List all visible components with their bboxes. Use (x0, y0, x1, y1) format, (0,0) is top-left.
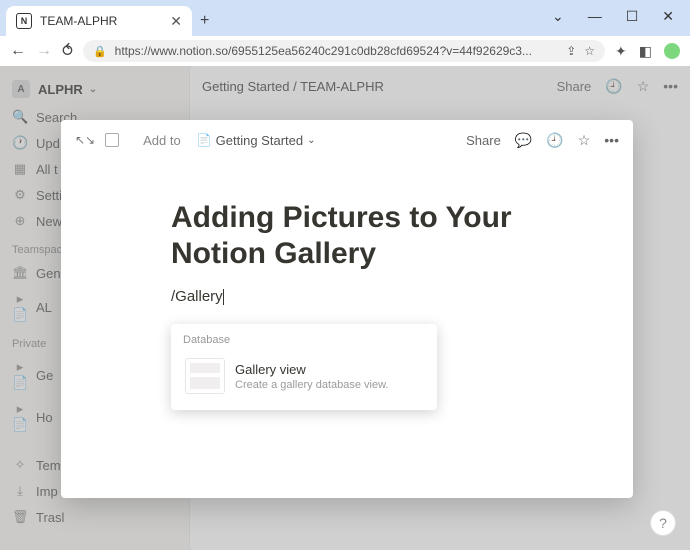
address-bar: ← → ⥀ 🔒 https://www.notion.so/6955125ea5… (0, 36, 690, 66)
help-button[interactable]: ? (650, 510, 676, 536)
share-url-icon[interactable]: ⇪ (566, 44, 576, 58)
addto-label: Add to (143, 133, 181, 148)
workspace-switcher[interactable]: A ALPHR ⌄ (0, 74, 189, 104)
chevron-icon: ⌄ (89, 84, 97, 95)
workspace-icon: A (12, 80, 30, 98)
page-icon: ▸ 📄 (12, 401, 28, 433)
maximize-icon[interactable]: ☐ (626, 8, 639, 20)
new-tab-button[interactable]: + (200, 12, 209, 30)
profile-avatar[interactable] (664, 43, 680, 59)
page-title[interactable]: Adding Pictures to Your Notion Gallery (171, 200, 523, 272)
clock-icon[interactable]: 🕘 (605, 78, 622, 95)
gallery-thumb-icon (185, 358, 225, 394)
back-button[interactable]: ← (10, 42, 26, 60)
destination-page[interactable]: 📄 Getting Started ⌄ (197, 133, 316, 148)
more-icon[interactable]: ••• (663, 78, 678, 94)
workspace-name: ALPHR (38, 82, 83, 97)
share-button[interactable]: Share (466, 133, 501, 148)
share-button[interactable]: Share (557, 79, 592, 94)
extension-dark-icon[interactable]: ◧ (639, 43, 652, 60)
menu-option-gallery-view[interactable]: Gallery view Create a gallery database v… (175, 350, 433, 402)
forward-button[interactable]: → (36, 42, 52, 60)
trash-icon: 🗑 (12, 509, 28, 525)
page-modal: ↖↘ Add to 📄 Getting Started ⌄ Share 💬 🕘 … (61, 120, 633, 498)
page-icon: 📄 (197, 133, 212, 147)
close-window-icon[interactable]: ✕ (662, 8, 674, 20)
reload-button[interactable]: ⥀ (62, 41, 73, 61)
slash-command-input[interactable]: /Gallery (171, 288, 523, 305)
expand-icon[interactable]: ↖↘ (75, 133, 95, 147)
lock-icon: 🔒 (93, 45, 107, 58)
star-icon[interactable]: ☆ (637, 78, 650, 95)
menu-option-title: Gallery view (235, 362, 388, 377)
modal-topbar: ↖↘ Add to 📄 Getting Started ⌄ Share 💬 🕘 … (61, 120, 633, 160)
star-icon[interactable]: ☆ (578, 132, 591, 149)
grid-icon: ▦ (12, 161, 28, 177)
page-topbar: Getting Started / TEAM-ALPHR Share 🕘 ☆ •… (190, 66, 690, 106)
chevron-down-icon[interactable]: ⌄ (552, 8, 564, 20)
search-icon: 🔍 (12, 109, 28, 125)
slash-menu: Database Gallery view Create a gallery d… (171, 324, 437, 410)
menu-section-label: Database (171, 330, 437, 350)
minimize-icon[interactable]: — (588, 8, 602, 20)
more-icon[interactable]: ••• (604, 132, 619, 148)
sidebar-item-trash[interactable]: 🗑Trasl (0, 504, 189, 530)
clock-icon: 🕐 (12, 135, 28, 151)
plus-circle-icon: ⊕ (12, 213, 28, 229)
sparkle-icon: ✧ (12, 457, 28, 473)
chevron-down-icon: ⌄ (307, 135, 315, 146)
breadcrumb[interactable]: Getting Started / TEAM-ALPHR (202, 79, 557, 94)
download-icon: ⤓ (12, 483, 28, 499)
page-icon: ▸ 📄 (12, 359, 28, 391)
browser-tab[interactable]: N TEAM-ALPHR ✕ (6, 6, 192, 36)
gear-icon: ⚙ (12, 187, 28, 203)
comment-icon[interactable]: 💬 (515, 132, 532, 149)
url-input[interactable]: 🔒 https://www.notion.so/6955125ea56240c2… (83, 40, 605, 62)
close-tab-icon[interactable]: ✕ (170, 13, 182, 30)
notion-favicon: N (16, 13, 32, 29)
extensions-icon[interactable]: ✦ (615, 43, 627, 60)
tab-title: TEAM-ALPHR (40, 14, 117, 28)
clock-icon[interactable]: 🕘 (546, 132, 563, 149)
page-icon: ▸ 📄 (12, 291, 28, 323)
url-text: https://www.notion.so/6955125ea56240c291… (115, 44, 532, 58)
menu-option-desc: Create a gallery database view. (235, 379, 388, 391)
peek-mode-icon[interactable] (105, 133, 119, 147)
window-controls: ⌄ — ☐ ✕ (536, 0, 690, 28)
star-url-icon[interactable]: ☆ (584, 44, 595, 58)
teamspace-icon: 🏛 (12, 265, 28, 281)
